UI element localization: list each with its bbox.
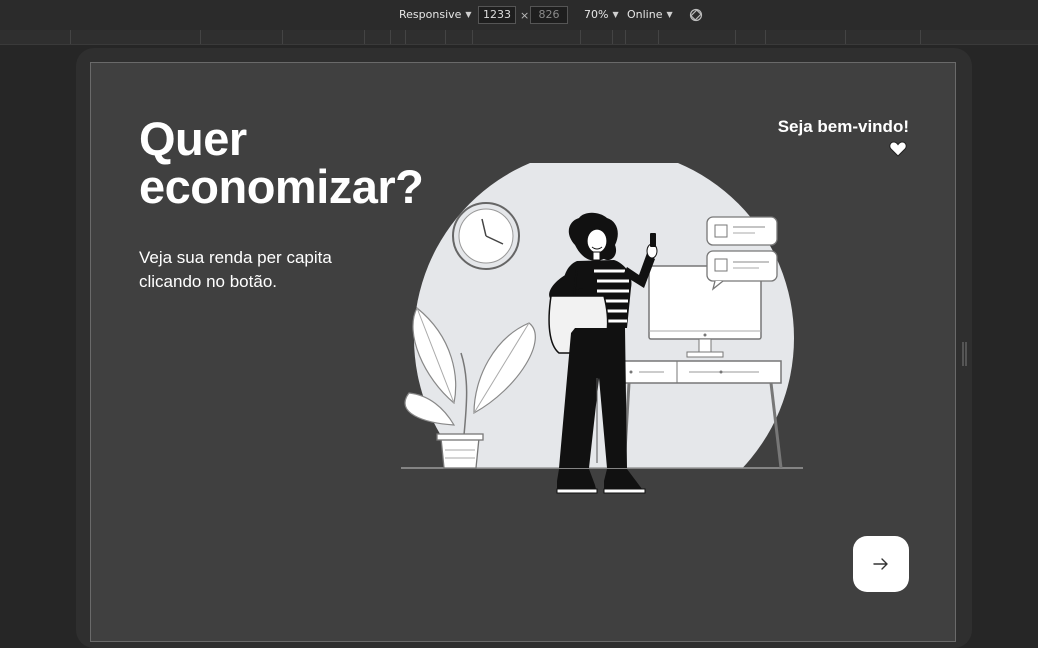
throttling-label: Online [627, 8, 663, 21]
devtools-toolbar: Responsive ▼ 1233 × 826 70% ▼ Online ▼ [0, 0, 1038, 31]
chevron-down-icon: ▼ [666, 10, 673, 19]
hero-illustration [401, 163, 803, 494]
heart-icon [889, 141, 907, 157]
resize-handle[interactable] [962, 342, 967, 366]
dimension-separator: × [520, 9, 530, 22]
height-input[interactable]: 826 [530, 6, 568, 24]
rotate-button[interactable] [689, 8, 703, 22]
zoom-select[interactable]: 70% ▼ [584, 8, 619, 21]
subtitle-line-1: Veja sua renda per capita [139, 248, 332, 267]
zoom-label: 70% [584, 8, 609, 21]
clock-icon [452, 202, 520, 270]
page-viewport: Quer economizar? Veja sua renda per capi… [90, 62, 956, 642]
page-title: Quer economizar? [139, 112, 424, 213]
subtitle-line-2: clicando no botão. [139, 272, 277, 291]
device-mode-select[interactable]: Responsive ▼ [399, 8, 472, 21]
width-input[interactable]: 1233 [478, 6, 516, 24]
page-subtitle: Veja sua renda per capita clicando no bo… [139, 246, 332, 294]
headline-line-2: economizar? [139, 160, 424, 213]
chevron-down-icon: ▼ [612, 10, 619, 19]
arrow-right-icon [873, 558, 888, 570]
headline-line-1: Quer [139, 112, 247, 165]
media-query-ruler [0, 30, 1038, 45]
chat-bubble-illustration [706, 216, 778, 291]
rotate-icon [689, 8, 703, 22]
welcome-text: Seja bem-vindo! [777, 117, 909, 136]
throttling-select[interactable]: Online ▼ [627, 8, 673, 21]
next-button[interactable] [853, 536, 909, 592]
device-mode-label: Responsive [399, 8, 462, 21]
chevron-down-icon: ▼ [465, 10, 472, 19]
